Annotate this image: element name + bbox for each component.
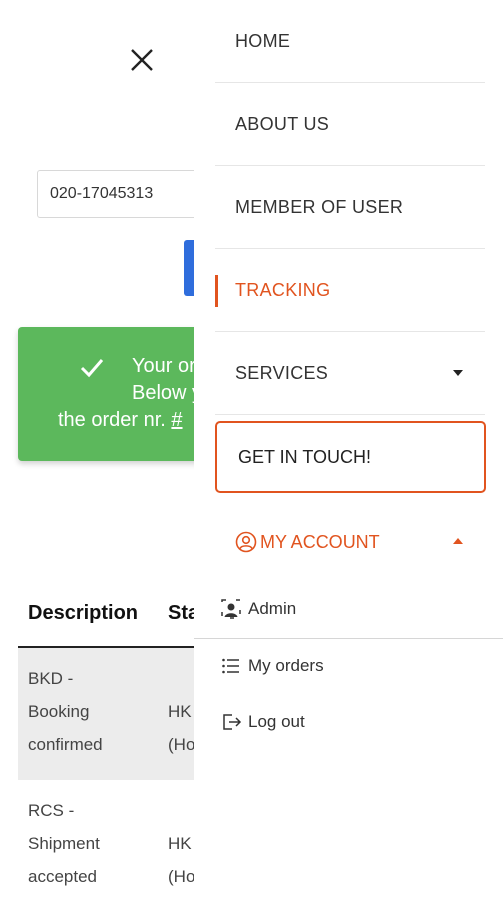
logout-icon xyxy=(223,714,242,730)
row-location-line: HK xyxy=(168,834,192,853)
caret-down-icon xyxy=(453,370,463,376)
nav-item-label: TRACKING xyxy=(235,279,331,300)
nav-item-label: HOME xyxy=(235,30,291,51)
nav-item-about-us[interactable]: ABOUT US xyxy=(215,83,485,166)
row-description-line: Booking xyxy=(28,702,90,721)
my-account-toggle[interactable]: MY ACCOUNT xyxy=(235,522,485,562)
nav-item-home[interactable]: HOME xyxy=(215,0,485,83)
nav-item-label: SERVICES xyxy=(235,362,329,383)
nav-item-label: ABOUT US xyxy=(235,113,330,134)
row-location: HK (Ho xyxy=(168,695,195,761)
success-message-line: the order nr. # xyxy=(58,409,183,432)
account-menu-log-out[interactable]: Log out xyxy=(220,711,305,733)
mobile-nav-menu: HOME ABOUT US MEMBER OF USER TRACKING SE… xyxy=(194,0,503,900)
nav-item-member-of-user[interactable]: MEMBER OF USER xyxy=(215,166,485,249)
checkmark-icon xyxy=(80,359,104,378)
close-menu-button[interactable] xyxy=(124,42,160,78)
close-icon xyxy=(131,49,153,71)
row-description-line: RCS - xyxy=(28,801,75,820)
row-description: RCS - Shipment accepted xyxy=(28,794,148,893)
admin-icon xyxy=(221,599,241,619)
row-location-line: (Ho xyxy=(168,735,196,754)
row-location: HK (Ho xyxy=(168,827,195,893)
get-in-touch-label: GET IN TOUCH! xyxy=(238,446,372,467)
account-menu-label: Log out xyxy=(248,712,305,731)
list-icon xyxy=(222,658,239,674)
account-menu-label: My orders xyxy=(248,656,324,675)
account-menu-my-orders[interactable]: My orders xyxy=(220,655,324,677)
row-location-line: HK xyxy=(168,702,192,721)
caret-up-icon xyxy=(453,538,463,544)
row-description-line: confirmed xyxy=(28,735,103,754)
row-description-line: BKD - xyxy=(28,669,74,688)
account-menu-label: Admin xyxy=(248,599,297,618)
get-in-touch-button[interactable]: GET IN TOUCH! xyxy=(215,421,486,493)
my-account-label: MY ACCOUNT xyxy=(260,531,380,552)
order-number-prefix: the order nr. xyxy=(58,409,172,431)
row-location-line: (Ho xyxy=(168,867,196,886)
user-circle-icon xyxy=(235,531,257,553)
account-menu-admin[interactable]: Admin xyxy=(220,598,296,620)
nav-item-label: MEMBER OF USER xyxy=(235,196,404,217)
row-description: BKD - Booking confirmed xyxy=(28,662,148,761)
nav-item-services[interactable]: SERVICES xyxy=(215,332,485,415)
order-number-link[interactable]: # xyxy=(171,409,182,431)
nav-item-tracking[interactable]: TRACKING xyxy=(215,249,485,332)
submenu-divider xyxy=(194,638,503,639)
row-description-line: accepted xyxy=(28,867,97,886)
row-description-line: Shipment xyxy=(28,834,100,853)
column-header-description: Description xyxy=(28,602,139,624)
